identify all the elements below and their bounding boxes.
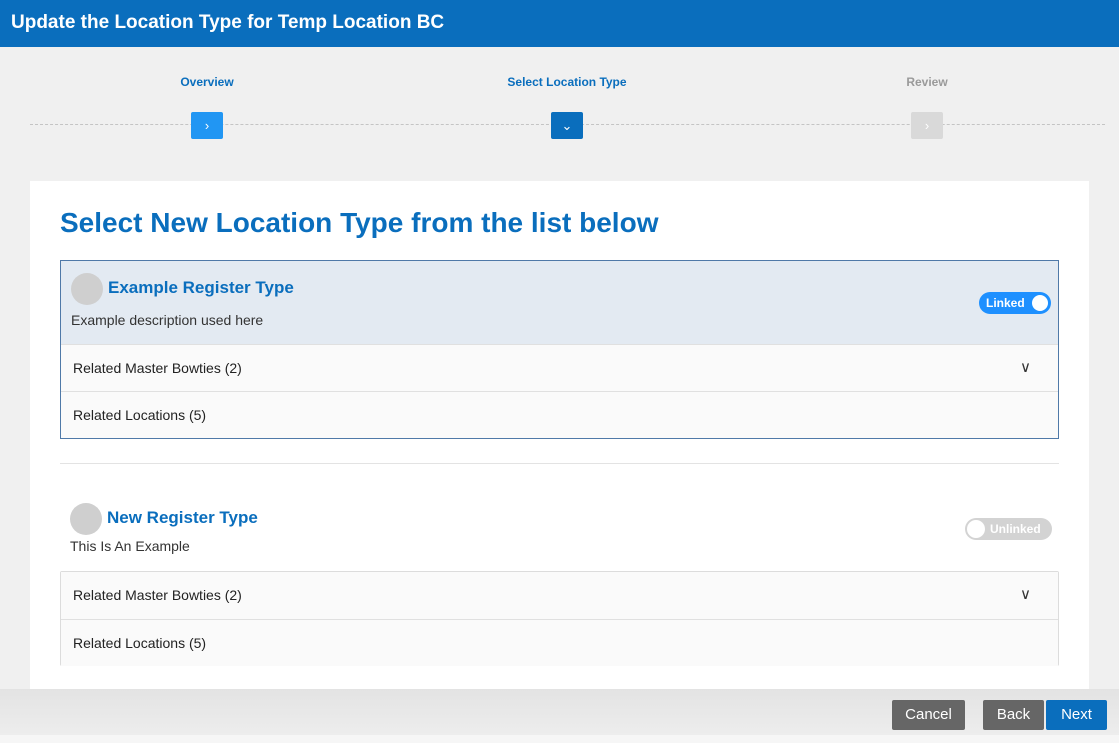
step-overview[interactable]: Overview › (107, 75, 307, 139)
card-description: This Is An Example (70, 538, 190, 554)
wizard-stepper: Overview › Select Location Type ⌄ Review… (0, 47, 1119, 181)
dialog-title: Update the Location Type for Temp Locati… (0, 0, 1119, 47)
avatar (71, 273, 103, 305)
step-label: Overview (180, 75, 234, 89)
step-label: Select Location Type (507, 75, 627, 89)
toggle-label: Unlinked (990, 522, 1041, 536)
next-button[interactable]: Next (1046, 700, 1107, 730)
related-bowties-label: Related Master Bowties (2) (73, 360, 242, 376)
related-locations-row[interactable]: Related Locations (5) (61, 619, 1058, 666)
card-header[interactable]: New Register Type This Is An Example Unl… (60, 491, 1059, 574)
chevron-down-icon[interactable]: ∨ (1020, 345, 1031, 391)
link-toggle[interactable]: Unlinked (965, 518, 1052, 540)
related-master-bowties-row[interactable]: Related Master Bowties (2) ∨ (61, 344, 1058, 391)
card-description: Example description used here (71, 312, 264, 328)
divider (60, 463, 1059, 464)
step-label: Review (906, 75, 948, 89)
toggle-label: Linked (986, 296, 1025, 310)
step-select-location-type[interactable]: Select Location Type ⌄ (467, 75, 667, 139)
chevron-right-icon: › (911, 112, 943, 139)
related-locations-row[interactable]: Related Locations (5) (61, 391, 1058, 438)
page-title: Select New Location Type from the list b… (60, 207, 659, 238)
card-header[interactable]: Example Register Type Example descriptio… (61, 261, 1058, 344)
link-toggle[interactable]: Linked (979, 292, 1051, 314)
step-review: Review › (827, 75, 1027, 139)
toggle-knob (967, 520, 985, 538)
card-name: Example Register Type (108, 278, 294, 297)
location-type-card[interactable]: New Register Type This Is An Example Unl… (60, 491, 1059, 666)
chevron-right-icon[interactable]: › (191, 112, 223, 139)
related-list: Related Master Bowties (2) ∨ Related Loc… (61, 344, 1058, 438)
related-locations-label: Related Locations (5) (73, 635, 207, 651)
toggle-knob (1032, 295, 1048, 311)
cancel-button[interactable]: Cancel (892, 700, 965, 730)
related-master-bowties-row[interactable]: Related Master Bowties (2) ∨ (61, 572, 1058, 619)
card-name: New Register Type (107, 508, 258, 527)
chevron-down-icon[interactable]: ⌄ (551, 112, 583, 139)
related-bowties-label: Related Master Bowties (2) (73, 587, 242, 603)
footer-bar: Cancel Back Next (0, 689, 1119, 743)
back-button[interactable]: Back (983, 700, 1044, 730)
related-locations-label: Related Locations (5) (73, 407, 207, 423)
avatar (70, 503, 102, 535)
chevron-down-icon[interactable]: ∨ (1020, 572, 1031, 618)
content-panel: Select New Location Type from the list b… (30, 181, 1089, 689)
related-list: Related Master Bowties (2) ∨ Related Loc… (60, 571, 1059, 666)
location-type-card-selected[interactable]: Example Register Type Example descriptio… (60, 260, 1059, 439)
